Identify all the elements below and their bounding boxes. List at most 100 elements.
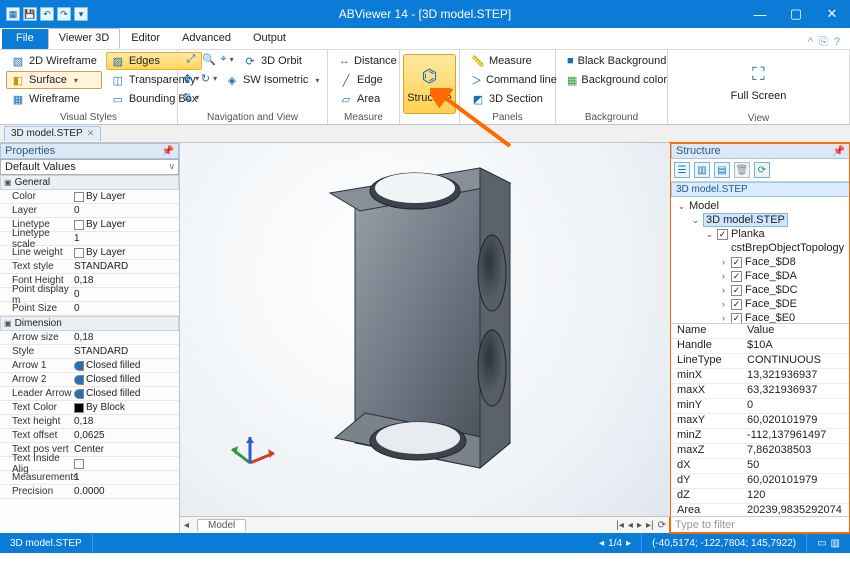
prop-row[interactable]: Point Size0 [0, 302, 179, 316]
ribbon-collapse-icon[interactable]: ^ [808, 36, 813, 49]
btn-area[interactable]: ▱Area [334, 90, 393, 108]
qat-customize-icon[interactable]: ▾ [74, 7, 88, 21]
prop-row[interactable]: Arrow size0,18 [0, 331, 179, 345]
btn-distance[interactable]: ↔Distance [334, 52, 393, 70]
tree-node[interactable]: ⌄✓Planka [673, 227, 850, 241]
struct-prop-row[interactable]: minZ-112,137961497 [671, 429, 850, 444]
struct-prop-row[interactable]: maxX63,321936937 [671, 384, 850, 399]
nav-extra-icon[interactable]: ⇅ [184, 90, 198, 104]
tree-node[interactable]: ⌄3D model.STEP [673, 213, 850, 227]
qat-redo-icon[interactable]: ↷ [57, 7, 71, 21]
quickaccess-icon[interactable]: ⎘ [819, 36, 828, 49]
tree-node[interactable]: ›✓Face_$E0 [673, 311, 850, 324]
pan-icon[interactable]: ✥ [184, 71, 198, 85]
vp-nav-next-icon[interactable]: ▸ [637, 520, 642, 531]
page-prev-icon[interactable]: ◂ [599, 538, 604, 549]
struct-prop-row[interactable]: maxY60,020101979 [671, 414, 850, 429]
close-tab-icon[interactable]: ✕ [87, 128, 95, 139]
btn-black-background[interactable]: ■Black Background [562, 52, 661, 70]
prop-row[interactable]: Layer0 [0, 204, 179, 218]
struct-tb-view2-icon[interactable]: ▥ [694, 162, 710, 178]
prop-row[interactable]: Arrow 1Closed filled [0, 359, 179, 373]
tree-node[interactable]: ›✓Face_$DC [673, 283, 850, 297]
prop-section-dimension[interactable]: ▣Dimension [0, 316, 179, 331]
prop-row[interactable]: Text Inside Alig [0, 457, 179, 471]
structure-filter-input[interactable]: Type to filter [671, 516, 850, 533]
qat-save-icon[interactable]: 💾 [23, 7, 37, 21]
status-icon-doc[interactable]: ▭ [817, 538, 826, 549]
prop-row[interactable]: Text styleSTANDARD [0, 260, 179, 274]
btn-sw-isometric[interactable]: ◈SW Isometric [220, 71, 324, 89]
struct-prop-row[interactable]: LineTypeCONTINUOUS [671, 354, 850, 369]
prop-row[interactable]: Linetype scale1 [0, 232, 179, 246]
tree-node[interactable]: ›✓Face_$D8 [673, 255, 850, 269]
prop-section-general[interactable]: ▣General [0, 175, 179, 190]
prop-row[interactable]: Line weightBy Layer [0, 246, 179, 260]
struct-tb-view3-icon[interactable]: ▤ [714, 162, 730, 178]
prop-row[interactable]: StyleSTANDARD [0, 345, 179, 359]
struct-prop-row[interactable]: minY0 [671, 399, 850, 414]
btn-2d-wireframe[interactable]: ▧2D Wireframe [6, 52, 102, 70]
struct-tb-view1-icon[interactable]: ☰ [674, 162, 690, 178]
prop-row[interactable]: Text offset0,0625 [0, 429, 179, 443]
btn-wireframe[interactable]: ▦Wireframe [6, 90, 102, 108]
vp-nav-prev-icon[interactable]: ◂ [628, 520, 633, 531]
close-button[interactable]: ✕ [814, 0, 850, 28]
3d-viewport[interactable] [180, 143, 670, 517]
properties-filter-combo[interactable]: Default Values [0, 159, 179, 175]
prop-row[interactable]: Point display m0 [0, 288, 179, 302]
btn-full-screen[interactable]: ⛶ Full Screen [721, 52, 797, 112]
tab-output[interactable]: Output [242, 28, 297, 49]
file-menu[interactable]: File [2, 29, 48, 49]
tab-viewer-3d[interactable]: Viewer 3D [48, 28, 121, 49]
pin-icon[interactable]: 📌 [162, 146, 174, 157]
pin-icon[interactable]: 📌 [833, 146, 845, 157]
zoom-dropdown-icon[interactable]: ⌖ [220, 52, 234, 66]
btn-structure[interactable]: ⌬ Structure [403, 54, 456, 114]
btn-3d-section[interactable]: ◩3D Section [466, 90, 549, 108]
struct-prop-row[interactable]: dZ120 [671, 489, 850, 504]
rotate-icon[interactable]: ↻ [202, 71, 216, 85]
vp-nav-first-icon[interactable]: |◂ [616, 520, 624, 531]
prop-row[interactable]: Text ColorBy Block [0, 401, 179, 415]
minimize-button[interactable]: — [742, 0, 778, 28]
btn-measure-panel[interactable]: 📏Measure [466, 52, 549, 70]
zoom-window-icon[interactable]: 🔍 [202, 52, 216, 66]
vp-tab-prev-icon[interactable]: ◂ [184, 520, 189, 531]
prop-row[interactable]: Text height0,18 [0, 415, 179, 429]
btn-command-line[interactable]: ＞Command line [466, 71, 549, 89]
prop-row[interactable]: Precision0.0000 [0, 485, 179, 499]
btn-background-color[interactable]: ▦Background color [562, 71, 661, 89]
tab-editor[interactable]: Editor [120, 28, 171, 49]
prop-row[interactable]: ColorBy Layer [0, 190, 179, 204]
prop-row[interactable]: Arrow 2Closed filled [0, 373, 179, 387]
tree-node[interactable]: ›✓Face_$DA [673, 269, 850, 283]
btn-edge[interactable]: ╱Edge [334, 71, 393, 89]
prop-row[interactable]: Leader ArrowClosed filled [0, 387, 179, 401]
struct-prop-row[interactable]: Area20239,9835292074 [671, 504, 850, 516]
page-next-icon[interactable]: ▸ [626, 538, 631, 549]
prop-row[interactable]: Measurements1 [0, 471, 179, 485]
struct-tb-refresh-icon[interactable]: ⟳ [754, 162, 770, 178]
vp-nav-refresh-icon[interactable]: ⟳ [658, 520, 666, 531]
tree-node[interactable]: ⌄Model [673, 199, 850, 213]
struct-prop-row[interactable]: Handle$10A [671, 339, 850, 354]
help-icon[interactable]: ? [834, 36, 840, 49]
btn-3d-orbit[interactable]: ⟳3D Orbit [238, 52, 307, 70]
tree-node[interactable]: ›✓Face_$DE [673, 297, 850, 311]
tree-node[interactable]: cstBrepObjectTopology [673, 241, 850, 255]
vp-nav-last-icon[interactable]: ▸| [646, 520, 654, 531]
viewport-tab-model[interactable]: Model [197, 519, 246, 531]
maximize-button[interactable]: ▢ [778, 0, 814, 28]
struct-prop-row[interactable]: dY60,020101979 [671, 474, 850, 489]
struct-prop-row[interactable]: dX50 [671, 459, 850, 474]
struct-tb-delete-icon[interactable]: 🗑 [734, 162, 750, 178]
document-tab[interactable]: 3D model.STEP ✕ [4, 126, 101, 141]
qat-undo-icon[interactable]: ↶ [40, 7, 54, 21]
struct-prop-row[interactable]: maxZ7,862038503 [671, 444, 850, 459]
status-icon-layer[interactable]: ▥ [831, 538, 840, 549]
btn-surface[interactable]: ◧Surface [6, 71, 102, 89]
struct-prop-row[interactable]: minX13,321936937 [671, 369, 850, 384]
tab-advanced[interactable]: Advanced [171, 28, 242, 49]
zoom-fit-icon[interactable]: ⤢ [184, 52, 198, 66]
